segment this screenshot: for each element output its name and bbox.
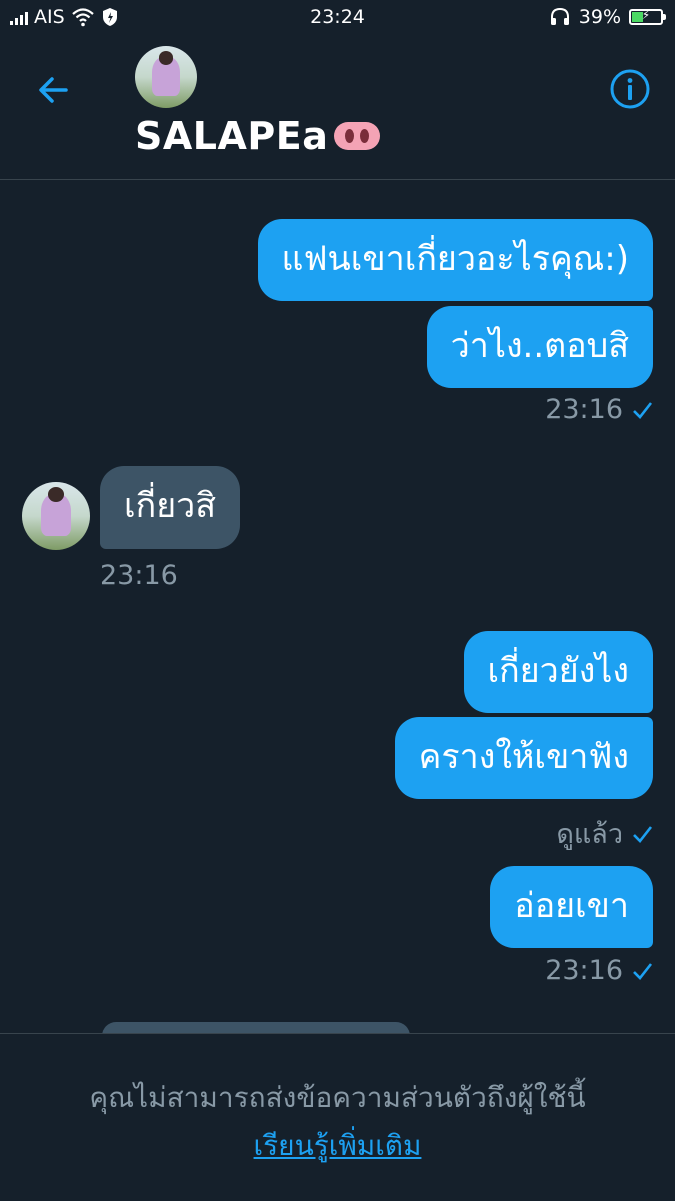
dm-disabled-footer: คุณไม่สามารถส่งข้อความส่วนตัวถึงผู้ใช้นี… bbox=[0, 1033, 675, 1201]
message-bubble-received[interactable]: เกี่ยวสิ bbox=[100, 466, 240, 549]
message-timestamp: 23:16 bbox=[100, 560, 178, 591]
status-right: 39% ⚡ bbox=[549, 6, 666, 28]
checkmark-icon bbox=[633, 825, 653, 843]
contact-name[interactable]: SALAPEa bbox=[135, 114, 381, 158]
sender-avatar[interactable] bbox=[22, 482, 90, 550]
checkmark-icon bbox=[633, 401, 653, 419]
info-icon[interactable] bbox=[609, 68, 651, 110]
arrow-left-icon[interactable] bbox=[34, 70, 74, 110]
learn-more-container: เรียนรู้เพิ่มเติม bbox=[0, 1124, 675, 1168]
message-bubble-sent[interactable]: เกี่ยวยังไง bbox=[463, 631, 653, 713]
battery-icon: ⚡ bbox=[629, 8, 666, 25]
timestamp-text: 23:16 bbox=[545, 955, 623, 986]
message-timestamp: 23:16 bbox=[545, 955, 653, 986]
dm-disabled-notice: คุณไม่สามารถส่งข้อความส่วนตัวถึงผู้ใช้นี… bbox=[89, 1081, 586, 1114]
status-bar: AIS 23:24 39% ⚡ bbox=[0, 0, 675, 36]
battery-percent: 39% bbox=[578, 6, 621, 28]
contact-name-text: SALAPEa bbox=[135, 114, 329, 158]
message-bubble-sent[interactable]: ครางให้เขาฟัง bbox=[394, 717, 653, 799]
pig-nose-emoji bbox=[334, 122, 381, 150]
message-bubble-sent[interactable]: แฟนเขาเกี่ยวอะไรคุณ:) bbox=[257, 219, 653, 301]
contact-avatar[interactable] bbox=[135, 46, 197, 108]
message-seen-status: ดูแล้ว bbox=[556, 812, 653, 855]
message-bubble-sent[interactable]: ว่าไง..ตอบสิ bbox=[426, 306, 653, 388]
headphones-icon bbox=[550, 7, 569, 25]
message-timestamp: 23:16 bbox=[545, 394, 653, 425]
seen-text: ดูแล้ว bbox=[556, 819, 623, 850]
conversation-header: SALAPEa bbox=[0, 36, 675, 180]
checkmark-icon bbox=[633, 962, 653, 980]
message-bubble-sent[interactable]: อ่อยเขา bbox=[490, 866, 653, 948]
learn-more-link[interactable]: เรียนรู้เพิ่มเติม bbox=[254, 1129, 422, 1162]
timestamp-text: 23:16 bbox=[545, 394, 623, 425]
